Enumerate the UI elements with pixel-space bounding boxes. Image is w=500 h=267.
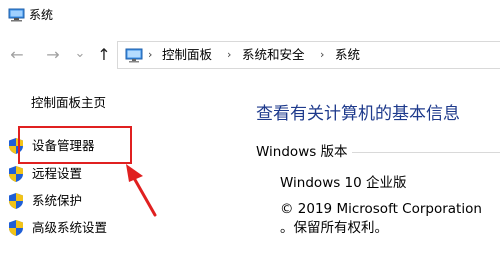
forward-arrow-icon[interactable]: → xyxy=(42,44,64,66)
sidebar-item-label: 系统保护 xyxy=(32,193,83,208)
section-divider xyxy=(352,152,500,153)
title-bar: 系统 xyxy=(0,0,500,30)
navigation-bar: ← → ⌄ ↑ › 控制面板 › 系统和安全 › 系统 xyxy=(0,38,500,72)
chevron-down-icon[interactable]: ⌄ xyxy=(69,42,91,64)
breadcrumb-control-panel[interactable]: 控制面板 xyxy=(162,47,212,63)
address-bar[interactable]: › 控制面板 › 系统和安全 › 系统 xyxy=(117,41,500,69)
highlight-box xyxy=(18,126,132,164)
shield-icon xyxy=(9,193,23,209)
breadcrumb-system-security[interactable]: 系统和安全 xyxy=(242,47,305,63)
breadcrumb-system[interactable]: 系统 xyxy=(335,47,360,63)
computer-icon xyxy=(8,8,25,22)
shield-icon xyxy=(9,220,23,236)
shield-icon xyxy=(9,166,23,182)
page-heading: 查看有关计算机的基本信息 xyxy=(256,104,460,124)
sidebar-item-system-protection[interactable]: 系统保护 xyxy=(8,191,82,211)
control-panel-icon xyxy=(125,48,143,63)
windows-edition-section-title: Windows 版本 xyxy=(256,144,348,160)
breadcrumb-separator: › xyxy=(320,48,325,61)
breadcrumb-separator: › xyxy=(227,48,232,61)
sidebar-item-remote-settings[interactable]: 远程设置 xyxy=(8,164,82,184)
copyright-line-1: © 2019 Microsoft Corporation xyxy=(280,201,482,217)
windows-edition: Windows 10 企业版 xyxy=(280,175,407,191)
sidebar-item-label: 远程设置 xyxy=(32,166,83,181)
control-panel-home-link[interactable]: 控制面板主页 xyxy=(31,94,106,112)
back-arrow-icon[interactable]: ← xyxy=(6,44,28,66)
up-arrow-icon[interactable]: ↑ xyxy=(93,44,115,66)
window-title: 系统 xyxy=(29,8,54,22)
breadcrumb-separator: › xyxy=(148,48,153,61)
sidebar-item-label: 高级系统设置 xyxy=(32,220,108,235)
copyright-line-2: 。保留所有权利。 xyxy=(280,220,388,236)
sidebar-item-advanced-settings[interactable]: 高级系统设置 xyxy=(8,218,107,238)
